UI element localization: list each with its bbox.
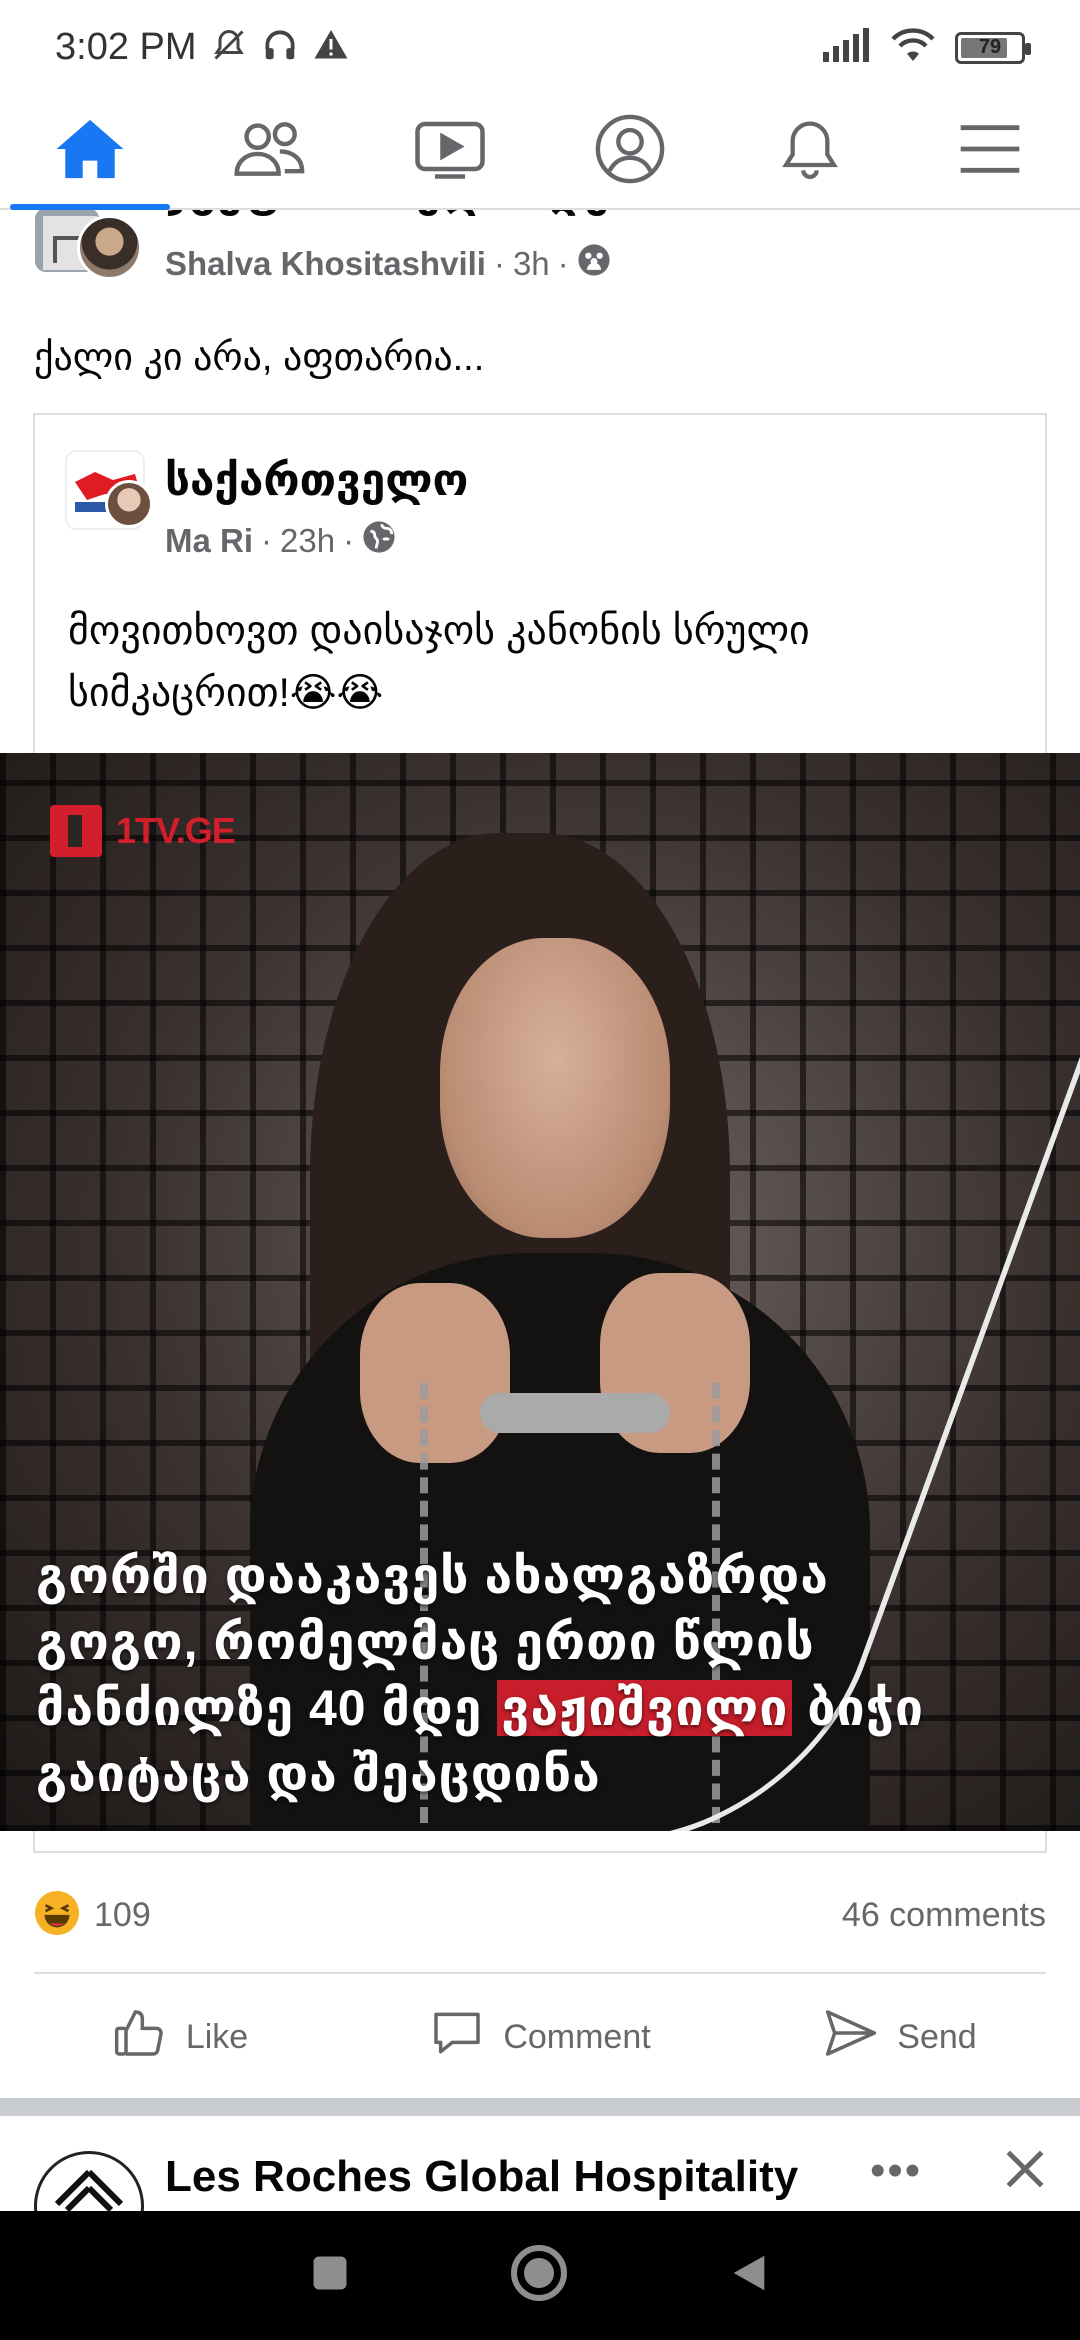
post-text: ქალი კი არა, აფთარია... <box>34 337 485 379</box>
send-button[interactable]: Send <box>720 2005 1080 2070</box>
image-figure-face <box>440 938 670 1238</box>
divider <box>34 1972 1046 1974</box>
back-button[interactable] <box>726 2250 772 2301</box>
nav-watch[interactable] <box>360 95 540 208</box>
home-button[interactable] <box>509 2243 569 2308</box>
comments-count[interactable]: 46 comments <box>842 1896 1046 1935</box>
author-avatar <box>77 215 142 280</box>
more-options-button[interactable]: ••• <box>870 2146 922 2196</box>
group-icon <box>577 243 611 285</box>
meta-dot: · <box>261 522 273 559</box>
shared-author[interactable]: Ma Ri <box>165 522 253 560</box>
reactions-row: 109 46 comments <box>0 1880 1080 1950</box>
shared-meta: Ma Ri · 23h · <box>165 520 396 562</box>
nav-menu[interactable] <box>900 95 1080 208</box>
system-nav-bar <box>0 2211 1080 2340</box>
status-icons-left <box>211 26 349 69</box>
nav-friends[interactable] <box>180 95 360 208</box>
post-avatar[interactable] <box>32 205 147 285</box>
comment-icon <box>429 2005 485 2070</box>
meta-dot: · <box>493 245 505 282</box>
status-bar: 3:02 PM 79 <box>0 0 1080 95</box>
comment-button[interactable]: Comment <box>360 2005 720 2070</box>
status-icons-right: 79 <box>821 27 1031 68</box>
profile-icon <box>595 114 665 189</box>
shared-time[interactable]: 23h <box>280 522 335 560</box>
alert-icon <box>313 27 349 68</box>
news-logo: 1TV.GE <box>50 805 236 857</box>
friends-icon <box>233 119 307 184</box>
post-author[interactable]: Shalva Khositashvili <box>165 245 486 283</box>
battery-icon: 79 <box>955 31 1031 64</box>
house-logo-icon <box>49 2154 129 2211</box>
meta-dot: · <box>343 522 355 559</box>
shared-text: მოვითხოვთ დაისაჯოს კანონის სრული სიმკაცრ… <box>68 609 810 715</box>
battery-text: 79 <box>978 36 1002 58</box>
news-headline: გორში დააკავეს ახალგაზრდა გოგო, რომელმაც… <box>36 1543 956 1807</box>
top-nav <box>0 95 1080 210</box>
next-post-avatar[interactable] <box>34 2151 144 2211</box>
thumbs-up-icon <box>112 2005 168 2070</box>
like-button[interactable]: Like <box>0 2005 360 2070</box>
bell-icon <box>778 116 842 187</box>
news-image[interactable]: 1TV.GE გორში დააკავეს ახალგაზრდა გოგო, რ… <box>0 753 1080 1831</box>
post-actions: Like Comment Send <box>0 1990 1080 2085</box>
signal-icon <box>821 28 871 67</box>
mute-icon <box>211 26 247 69</box>
nav-notifications[interactable] <box>720 95 900 208</box>
laugh-emoji-icon[interactable] <box>34 1890 80 1941</box>
close-icon <box>1000 2150 1050 2198</box>
comment-label: Comment <box>503 2018 651 2056</box>
tv-logo-icon <box>50 805 102 857</box>
next-post-title[interactable]: Les Roches Global Hospitality <box>165 2152 798 2202</box>
feed-separator <box>0 2098 1080 2116</box>
wifi-icon <box>889 27 937 68</box>
like-label: Like <box>185 2018 249 2056</box>
close-button[interactable] <box>1000 2144 1050 2199</box>
page-author-avatar <box>105 480 153 528</box>
send-icon <box>823 2005 879 2070</box>
home-icon <box>55 117 125 186</box>
status-time: 3:02 PM <box>55 26 197 68</box>
recents-button[interactable] <box>308 2251 352 2300</box>
post-meta: Shalva Khositashvili · 3h · <box>165 243 611 285</box>
video-icon <box>415 119 485 184</box>
send-label: Send <box>897 2018 977 2056</box>
headset-icon <box>261 26 299 69</box>
nav-profile[interactable] <box>540 95 720 208</box>
globe-icon <box>362 520 396 562</box>
news-logo-text: 1TV.GE <box>116 810 236 851</box>
next-post[interactable]: Les Roches Global Hospitality ••• <box>0 2116 1080 2211</box>
reaction-count[interactable]: 109 <box>94 1896 151 1935</box>
menu-icon <box>958 122 1022 181</box>
post-time[interactable]: 3h <box>513 245 550 283</box>
shared-page-name[interactable]: საქართველო <box>165 455 468 506</box>
headline-highlight: ვაჟიშვილი <box>497 1680 793 1736</box>
nav-home[interactable] <box>0 95 180 210</box>
meta-dot: · <box>557 245 569 282</box>
